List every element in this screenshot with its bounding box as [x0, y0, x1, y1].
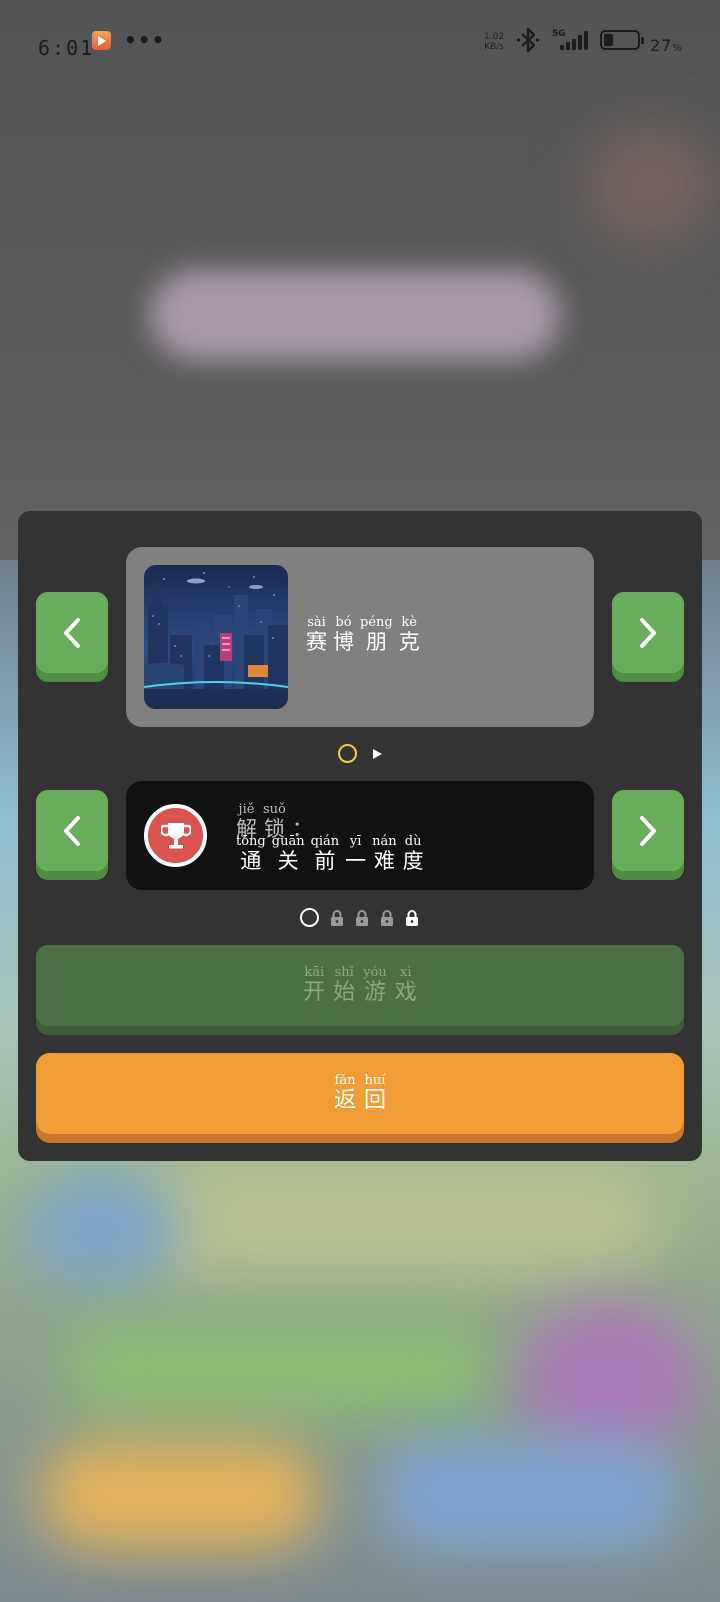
- lock-icon[interactable]: [330, 909, 344, 926]
- pager-dot-active[interactable]: [300, 908, 319, 927]
- theme-name: 赛sài 博bó 朋péng克kè: [306, 615, 426, 656]
- start-game-button[interactable]: 开kāi 始shǐ 游yóu 戏xì: [36, 945, 684, 1035]
- back-label: 返fǎn 回huí: [330, 1072, 390, 1114]
- signal-strength-icon: [558, 30, 592, 50]
- chevron-left-icon: [64, 617, 80, 648]
- unlock-requirement-char: 一yī: [345, 834, 367, 873]
- start-game-char: 开kāi: [303, 964, 326, 1005]
- unlock-requirement-char: 关guān: [271, 834, 305, 873]
- theme-name-char: 朋péng: [360, 615, 393, 654]
- lock-icon[interactable]: [355, 909, 369, 926]
- difficulty-card[interactable]: 解jiě锁suǒ： 通tōng关guān前qián一yī难nán度dù: [126, 781, 594, 890]
- network-speed-unit: KB/s: [484, 42, 504, 52]
- unlock-requirement-char: 难nán: [372, 834, 397, 873]
- unlock-requirement: 通tōng关guān前qián一yī难nán度dù: [236, 834, 430, 875]
- battery-percent: 27%: [650, 36, 683, 55]
- status-time: 6:01: [38, 36, 95, 60]
- start-game-char: 始shǐ: [333, 964, 356, 1005]
- theme-pager: [338, 744, 383, 763]
- more-notifications-icon: •••: [124, 28, 166, 52]
- back-char: 返fǎn: [333, 1072, 356, 1113]
- next-difficulty-button[interactable]: [612, 790, 684, 880]
- start-game-char: 游yóu: [363, 964, 387, 1005]
- battery-level: [604, 34, 613, 46]
- network-speed: 1.02 KB/s: [484, 32, 504, 52]
- unlock-requirement-char: 度dù: [402, 834, 424, 873]
- unlock-requirement-char: 通tōng: [236, 834, 266, 873]
- cyberpunk-city-image: [144, 565, 288, 709]
- network-speed-value: 1.02: [484, 32, 505, 42]
- theme-name-char: 赛sài: [306, 615, 327, 654]
- prev-theme-button[interactable]: [36, 592, 108, 682]
- unlock-requirement-char: 前qián: [310, 834, 340, 873]
- battery-icon: [600, 30, 644, 50]
- lock-icon[interactable]: [380, 909, 394, 926]
- theme-card[interactable]: 赛sài 博bó 朋péng克kè: [126, 547, 594, 727]
- play-icon[interactable]: [371, 748, 383, 760]
- difficulty-pager: [300, 908, 419, 927]
- start-game-char: 戏xì: [394, 964, 417, 1005]
- prev-difficulty-button[interactable]: [36, 790, 108, 880]
- video-app-icon: [92, 31, 111, 50]
- trophy-icon: [144, 804, 207, 867]
- chevron-right-icon: [640, 617, 656, 648]
- chevron-left-icon: [64, 815, 80, 846]
- lock-icon[interactable]: [405, 909, 419, 926]
- next-theme-button[interactable]: [612, 592, 684, 682]
- theme-name-char: 博bó: [333, 615, 354, 654]
- bluetooth-icon: [516, 27, 540, 53]
- back-char: 回huí: [364, 1072, 387, 1113]
- chevron-right-icon: [640, 815, 656, 846]
- status-bar: 6:01 ••• 1.02 KB/s 5G 27%: [0, 0, 720, 90]
- theme-name-char: 克kè: [398, 615, 420, 654]
- pager-dot-active[interactable]: [338, 744, 357, 763]
- back-button[interactable]: 返fǎn 回huí: [36, 1053, 684, 1143]
- start-game-label: 开kāi 始shǐ 游yóu 戏xì: [299, 964, 421, 1006]
